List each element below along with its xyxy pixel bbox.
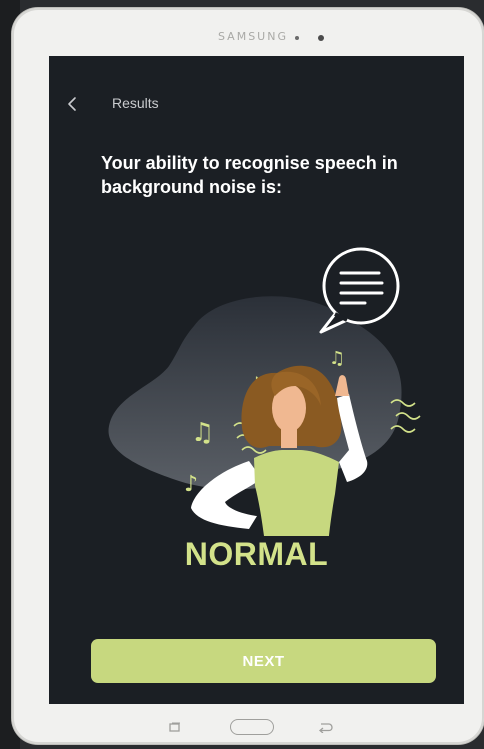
next-button[interactable]: NEXT — [91, 639, 436, 683]
page-title: Results — [112, 95, 159, 111]
music-note-icon: ♫ — [329, 348, 345, 369]
torso — [254, 450, 339, 536]
device-navigation-bar — [12, 710, 484, 740]
device-brand: SAMSUNG — [218, 30, 288, 43]
music-note-icon: ♪ — [184, 472, 198, 497]
back-button[interactable] — [63, 94, 83, 114]
tablet-frame: SAMSUNG Results Your ability to recognis… — [12, 8, 484, 744]
home-button-icon[interactable] — [230, 719, 274, 735]
recents-icon[interactable] — [169, 722, 181, 732]
speech-bubble-icon — [319, 247, 400, 334]
result-label: NORMAL — [184, 536, 329, 572]
result-headline: Your ability to recognise speech in back… — [101, 153, 398, 197]
person-listening-illustration: ♫ ♪ ♫ ♪ — [108, 247, 421, 536]
music-note-icon: ♫ — [191, 418, 214, 448]
sensor-icon — [295, 36, 299, 40]
back-arrow-icon[interactable] — [317, 721, 333, 733]
chevron-left-icon — [68, 97, 76, 111]
camera-icon — [318, 35, 324, 41]
app-screen: Results Your ability to recognise speech… — [49, 56, 464, 704]
